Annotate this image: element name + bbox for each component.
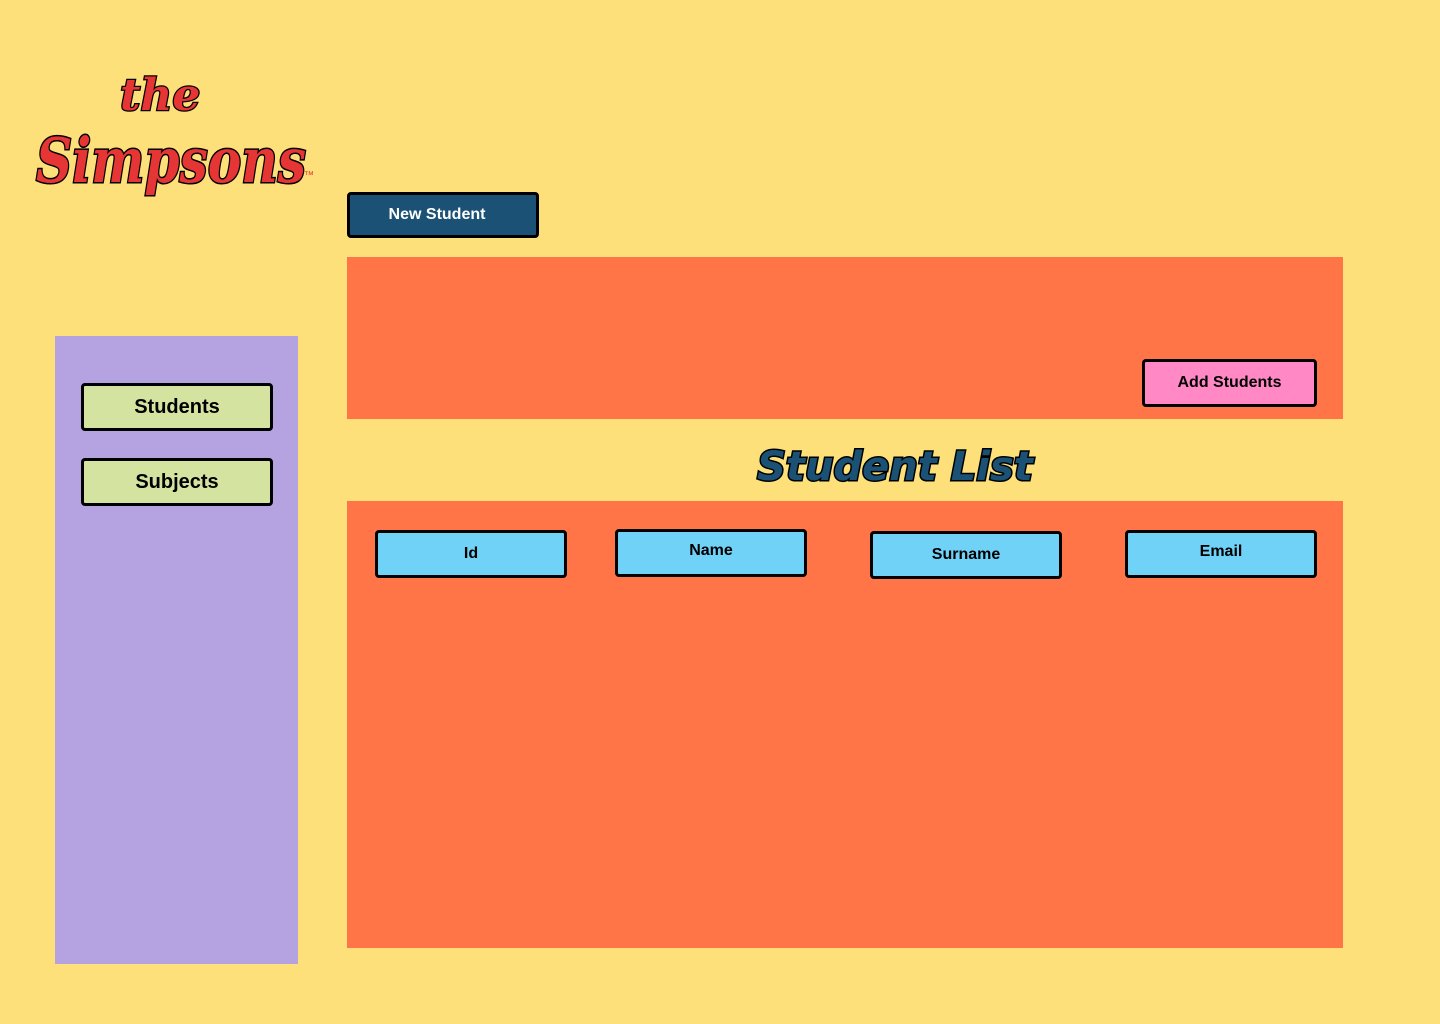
column-header-email[interactable]: Email	[1125, 530, 1317, 578]
add-students-button[interactable]: Add Students	[1142, 359, 1317, 407]
student-list-table: Id Name Surname Email	[347, 501, 1343, 948]
new-student-button[interactable]: New Student	[347, 192, 539, 238]
sidebar: Students Subjects	[55, 336, 298, 964]
logo-simpsons-text: Simpsons	[36, 124, 306, 197]
column-header-id[interactable]: Id	[375, 530, 567, 578]
sidebar-item-subjects[interactable]: Subjects	[81, 458, 273, 506]
column-header-name[interactable]: Name	[615, 529, 807, 577]
sidebar-item-students[interactable]: Students	[81, 383, 273, 431]
logo-the-text: the	[120, 70, 200, 121]
student-list-title: Student List	[700, 436, 1090, 492]
simpsons-logo: the Simpsons ™	[32, 60, 324, 200]
student-list-title-text: Student List	[757, 444, 1035, 490]
column-header-surname[interactable]: Surname	[870, 531, 1062, 579]
add-student-panel: Add Students	[347, 257, 1343, 419]
logo-tm-text: ™	[304, 170, 314, 181]
